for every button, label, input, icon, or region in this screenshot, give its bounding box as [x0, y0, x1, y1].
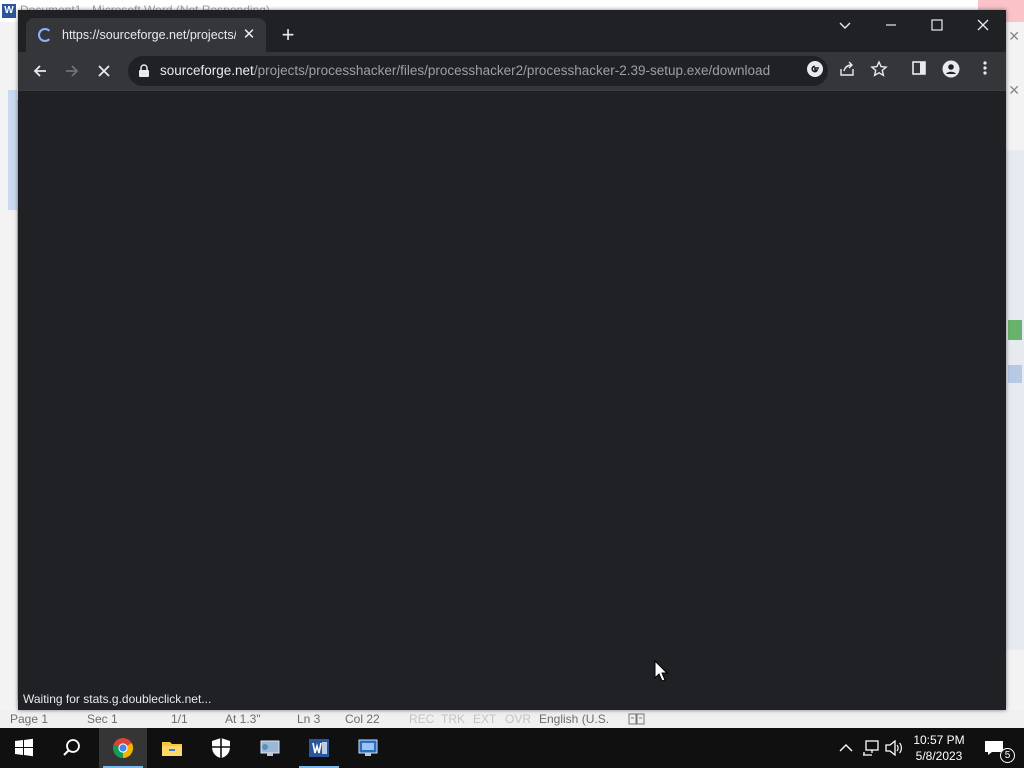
- minimize-icon: [886, 24, 896, 26]
- tab-close-icon[interactable]: ✕: [238, 24, 260, 46]
- share-button[interactable]: [836, 60, 858, 82]
- tab-loading-spinner-icon: [38, 28, 52, 42]
- url-host: sourceforge.net: [160, 63, 254, 78]
- close-icon: [98, 65, 110, 77]
- start-button[interactable]: [0, 728, 48, 768]
- word-status-ln[interactable]: Ln 3: [297, 712, 320, 726]
- taskbar-file-explorer[interactable]: [148, 728, 196, 768]
- word-status-trk[interactable]: TRK: [441, 712, 465, 726]
- tab-search-button[interactable]: [822, 10, 868, 40]
- taskbar-chrome[interactable]: [99, 728, 147, 768]
- forward-button[interactable]: [58, 57, 86, 85]
- taskbar-remote-app[interactable]: [344, 728, 392, 768]
- star-icon: [870, 60, 888, 77]
- word-status-col[interactable]: Col 22: [345, 712, 380, 726]
- chrome-window: https://sourceforge.net/projects/ ✕ + so…: [18, 10, 1006, 710]
- network-tray-icon[interactable]: [862, 740, 880, 756]
- close-icon: [977, 19, 989, 31]
- browser-tab-active[interactable]: https://sourceforge.net/projects/ ✕: [26, 18, 266, 52]
- chevron-down-icon: [839, 22, 851, 29]
- taskbar-word[interactable]: [295, 728, 343, 768]
- bookmark-star-button[interactable]: [868, 60, 890, 82]
- stop-loading-button[interactable]: [90, 57, 118, 85]
- minimize-button[interactable]: [868, 10, 914, 40]
- word-right-pane: [1006, 150, 1024, 650]
- taskbar-network-app[interactable]: [246, 728, 294, 768]
- clock-date: 5/8/2023: [915, 749, 963, 763]
- google-lens-icon[interactable]: [804, 60, 826, 82]
- word-vertical-ruler: [8, 100, 18, 700]
- browser-toolbar: sourceforge.net/projects/processhacker/f…: [18, 52, 1006, 90]
- word-status-at[interactable]: At 1.3": [225, 712, 261, 726]
- word-status-bar: Page 1 Sec 1 1/1 At 1.3" Ln 3 Col 22 REC…: [0, 710, 1024, 728]
- search-button[interactable]: [48, 728, 96, 768]
- word-status-language[interactable]: English (U.S.: [539, 712, 609, 726]
- action-center-button[interactable]: 5: [976, 728, 1024, 768]
- word-status-ext[interactable]: EXT: [473, 712, 496, 726]
- kebab-menu-icon: [983, 61, 987, 75]
- tab-strip: https://sourceforge.net/projects/ ✕ +: [18, 10, 1006, 52]
- word-status-page[interactable]: Page 1: [10, 712, 48, 726]
- word-status-ovr[interactable]: OVR: [505, 712, 531, 726]
- network-computer-icon: [260, 740, 280, 756]
- taskbar-windows-security[interactable]: [197, 728, 245, 768]
- system-clock[interactable]: 10:57 PM 5/8/2023: [908, 732, 970, 764]
- word-pane-green-icon: [1008, 320, 1022, 340]
- url-path: /projects/processhacker/files/processhac…: [253, 63, 771, 78]
- folder-icon: [162, 742, 182, 756]
- address-bar[interactable]: sourceforge.net/projects/processhacker/f…: [128, 56, 828, 86]
- loading-status-bubble: Waiting for stats.g.doubleclick.net...: [18, 689, 217, 710]
- lock-icon[interactable]: [138, 64, 150, 78]
- word-ribbon-close-icon[interactable]: ✕: [1008, 28, 1020, 45]
- back-button[interactable]: [26, 57, 54, 85]
- side-panel-icon: [912, 61, 926, 75]
- word-spelling-icon[interactable]: [628, 712, 646, 729]
- clock-time: 10:57 PM: [913, 733, 965, 747]
- new-tab-button[interactable]: +: [276, 24, 300, 48]
- word-status-sec[interactable]: Sec 1: [87, 712, 118, 726]
- word-pane-close-icon[interactable]: ✕: [1008, 82, 1020, 99]
- tab-title: https://sourceforge.net/projects/: [62, 28, 236, 42]
- word-pane-blue-icon: [1008, 365, 1022, 383]
- word-status-pages[interactable]: 1/1: [171, 712, 188, 726]
- arrow-left-icon: [33, 65, 46, 77]
- close-window-button[interactable]: [960, 10, 1006, 40]
- url-text[interactable]: sourceforge.net/projects/processhacker/f…: [160, 63, 770, 78]
- side-panel-button[interactable]: [908, 60, 930, 82]
- volume-icon[interactable]: [885, 740, 903, 756]
- word-icon: [309, 739, 329, 757]
- maximize-icon: [931, 19, 943, 31]
- mouse-cursor-icon: [654, 660, 668, 682]
- arrow-right-icon: [66, 65, 79, 77]
- maximize-button[interactable]: [914, 10, 960, 40]
- menu-button[interactable]: [974, 60, 996, 82]
- page-content-area[interactable]: Waiting for stats.g.doubleclick.net...: [18, 90, 1006, 710]
- monitor-app-icon: [358, 739, 378, 756]
- profile-button[interactable]: [940, 60, 962, 82]
- show-hidden-icons-chevron-icon[interactable]: [839, 742, 853, 754]
- search-icon: [63, 739, 80, 756]
- word-status-rec[interactable]: REC: [409, 712, 434, 726]
- shield-icon: [212, 738, 230, 758]
- chrome-icon: [113, 738, 134, 759]
- share-icon: [840, 61, 854, 76]
- windows-logo-icon: [15, 738, 33, 757]
- windows-taskbar: 10:57 PM 5/8/2023 5: [0, 728, 1024, 768]
- word-logo-icon: W: [2, 4, 16, 18]
- notification-count-badge: 5: [1000, 748, 1015, 763]
- profile-avatar-icon: [942, 60, 960, 78]
